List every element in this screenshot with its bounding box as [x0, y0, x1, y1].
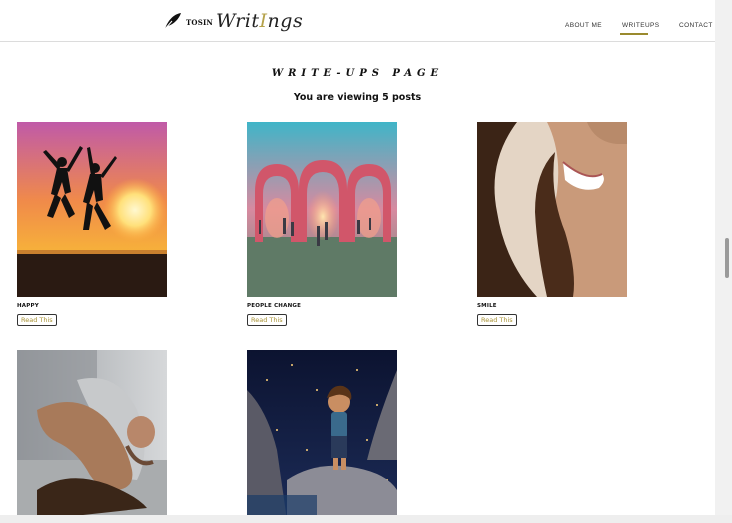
logo-script-part-b: ngs [267, 10, 304, 32]
post-title: PEOPLE CHANGE [247, 303, 302, 309]
site-logo[interactable]: TOSIN WritIngs [162, 6, 303, 36]
lying-woman-image [17, 350, 167, 520]
page: TOSIN WritIngs ABOUT ME WRITEUPS CONTACT… [0, 0, 715, 523]
post-card-people-change: PEOPLE CHANGE Read This [247, 122, 397, 327]
vertical-scrollbar-thumb[interactable] [725, 238, 729, 278]
nav-about-me[interactable]: ABOUT ME [565, 22, 602, 29]
read-this-button[interactable]: Read This [247, 314, 287, 326]
post-image-happy[interactable] [17, 122, 167, 297]
post-title: HAPPY [17, 303, 39, 309]
post-card-5 [247, 350, 397, 520]
vertical-scrollbar[interactable] [715, 0, 732, 523]
horizontal-scrollbar[interactable] [0, 515, 732, 523]
post-image-people-change[interactable] [247, 122, 397, 297]
logo-script-part-a: Writ [216, 10, 260, 32]
page-title: WRITE-UPS PAGE [271, 68, 444, 79]
arches-scene-image [247, 122, 397, 297]
nav-writeups[interactable]: WRITEUPS [622, 22, 660, 29]
cartoon-boy-night-image [247, 350, 397, 520]
smiling-woman-image [477, 122, 627, 297]
logo-script-accent: I [259, 10, 268, 32]
nav-active-underline [620, 33, 648, 35]
post-image-4[interactable] [17, 350, 167, 520]
logo-small-text: TOSIN [186, 18, 214, 27]
post-card-happy: HAPPY Read This [17, 122, 167, 327]
post-card-4 [17, 350, 167, 520]
post-count-text: You are viewing 5 posts [293, 92, 422, 103]
logo-script-text: WritIngs [216, 10, 303, 32]
read-this-button[interactable]: Read This [477, 314, 517, 326]
read-this-button[interactable]: Read This [17, 314, 57, 326]
feather-pen-icon [164, 13, 181, 30]
post-image-smile[interactable] [477, 122, 627, 297]
jumping-silhouettes-image [17, 122, 167, 297]
post-image-5[interactable] [247, 350, 397, 520]
post-card-smile: SMILE Read This [477, 122, 627, 327]
post-title: SMILE [477, 303, 497, 309]
site-header: TOSIN WritIngs ABOUT ME WRITEUPS CONTACT [0, 0, 715, 42]
nav-contact[interactable]: CONTACT [679, 22, 713, 29]
